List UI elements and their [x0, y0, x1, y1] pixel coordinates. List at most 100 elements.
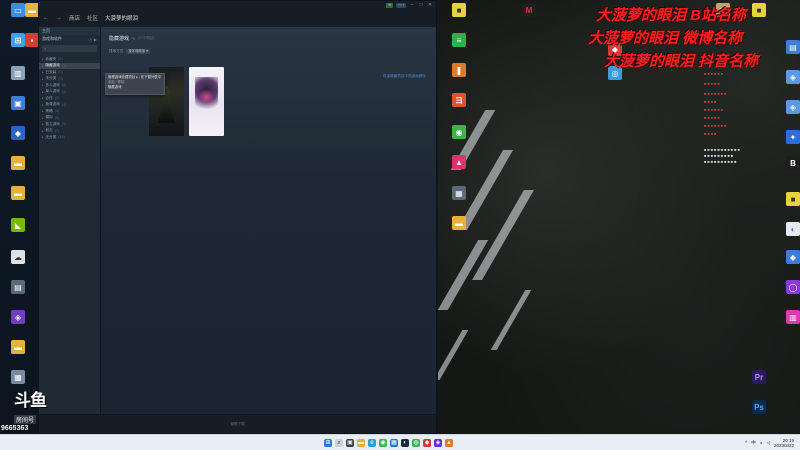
- desktop-icon[interactable]: ヨ: [444, 93, 474, 107]
- desktop-icon[interactable]: ◈: [3, 310, 33, 324]
- desktop-icon[interactable]: ▬: [444, 216, 474, 230]
- sort-label: 排序方式: [109, 48, 124, 53]
- category-label: 收藏夹: [45, 56, 57, 61]
- cloud-icon: ☁: [11, 250, 25, 264]
- desktop-icon[interactable]: ▤: [778, 40, 800, 54]
- store-icon[interactable]: ▦: [390, 438, 398, 447]
- volume-icon[interactable]: ◁: [767, 440, 770, 446]
- sidebar-filter[interactable]: 游戏和软件 ◷ ▶: [39, 35, 100, 43]
- category-label: 合作: [45, 95, 53, 100]
- desktop-icon[interactable]: ◣: [3, 218, 33, 232]
- wechat-icon[interactable]: ◍: [412, 438, 420, 447]
- app-icon: ❚: [452, 63, 466, 77]
- nav-profile[interactable]: 大菠萝的眼泪: [105, 14, 138, 22]
- filter-label: 游戏和软件: [42, 36, 62, 41]
- desktop-icon[interactable]: ◈: [778, 70, 800, 84]
- nav-community[interactable]: 社区: [87, 14, 98, 22]
- desktop-icon[interactable]: ▦: [444, 186, 474, 200]
- minimize-button[interactable]: –: [409, 2, 415, 8]
- close-button[interactable]: ✕: [427, 2, 433, 8]
- network-icon[interactable]: ◒: [760, 440, 763, 445]
- collection-title: 隐藏游戏: [109, 35, 130, 42]
- sidebar-home[interactable]: 主页: [39, 27, 100, 35]
- desktop-icon[interactable]: ▥: [3, 66, 33, 80]
- app-icon: ▥: [786, 310, 800, 324]
- desktop-icon[interactable]: ▬: [3, 340, 33, 354]
- maximize-button[interactable]: □: [418, 2, 424, 8]
- expand-triangle-icon: ▸: [42, 102, 44, 107]
- category-count: (7): [54, 128, 60, 133]
- steam-icon[interactable]: ◐: [401, 438, 409, 447]
- sort-dropdown[interactable]: 按字母顺序 ▾: [126, 48, 150, 54]
- desktop-icon[interactable]: M: [514, 3, 544, 17]
- premiere-icon: Pr: [752, 370, 766, 384]
- desktop-icon[interactable]: ◉: [444, 125, 474, 139]
- tray-chevron-icon[interactable]: ^: [745, 440, 747, 445]
- desktop-icon[interactable]: ☁: [3, 250, 33, 264]
- app-icon: M: [522, 3, 536, 17]
- category-count: (4): [61, 102, 67, 107]
- desktop-icon[interactable]: ◈: [778, 100, 800, 114]
- desktop-icon[interactable]: ◐: [778, 222, 800, 236]
- desktop-icon[interactable]: ◆: [778, 250, 800, 264]
- photoshop-icon: Ps: [752, 400, 766, 414]
- collection-remove-link[interactable]: 将该收藏项目中的游戏移除: [383, 74, 426, 79]
- friends-badge[interactable]: ▪ ▪ ▪: [396, 2, 406, 8]
- desktop-icon[interactable]: Ps: [744, 400, 774, 414]
- desktop-icon[interactable]: ✦: [778, 130, 800, 144]
- expand-triangle-icon: ▸: [42, 70, 44, 75]
- desktop-icon[interactable]: ❚: [444, 63, 474, 77]
- clock-icon[interactable]: ◷: [88, 37, 92, 42]
- search-icon[interactable]: ⌕: [335, 438, 343, 447]
- notification-badge[interactable]: ✉: [386, 2, 394, 8]
- category-row[interactable]: ▸ 无分类 (18): [39, 134, 100, 141]
- room-label: 房间号: [14, 415, 37, 424]
- desktop-icon[interactable]: ▬: [3, 186, 33, 200]
- edit-icon[interactable]: ✎: [132, 36, 135, 41]
- desktop-icon[interactable]: Pr: [744, 370, 774, 384]
- desktop-icon[interactable]: ▤: [3, 280, 33, 294]
- desktop-icon[interactable]: B: [778, 156, 800, 170]
- play-icon[interactable]: ▶: [94, 37, 97, 42]
- app-icon[interactable]: ◈: [434, 438, 442, 447]
- context-menu-item[interactable]: 隐藏游戏: [108, 85, 162, 90]
- forward-button[interactable]: →: [56, 15, 62, 21]
- category-count: (3): [54, 109, 60, 114]
- app-icon[interactable]: ▲: [445, 438, 453, 447]
- task-view-icon[interactable]: ▣: [346, 438, 354, 447]
- category-count: (1): [61, 63, 67, 68]
- back-button[interactable]: ←: [43, 15, 49, 21]
- category-count: (2): [54, 96, 60, 101]
- steam-titlebar: ✉ ▪ ▪ ▪ – □ ✕: [39, 1, 436, 9]
- desktop-icon[interactable]: ▥: [778, 310, 800, 324]
- clock[interactable]: 20:19 2023/3/22: [774, 438, 794, 448]
- desktop-icon[interactable]: ▦: [3, 370, 33, 384]
- desktop-icon[interactable]: ■: [744, 3, 774, 17]
- windows-start-icon[interactable]: ⊞: [324, 438, 332, 447]
- app-icon: ■: [786, 192, 800, 206]
- edge-icon[interactable]: e: [368, 438, 376, 447]
- expand-triangle-icon: ▸: [42, 115, 44, 120]
- desktop-icon[interactable]: ▬: [3, 156, 33, 170]
- expand-triangle-icon: ▸: [42, 122, 44, 127]
- desktop-icon[interactable]: ■: [778, 192, 800, 206]
- desktop-icon[interactable]: ◯: [778, 280, 800, 294]
- chrome-icon[interactable]: ◉: [379, 438, 387, 447]
- folder-icon: ▬: [11, 156, 25, 170]
- downloads-label[interactable]: 管理下载: [230, 422, 244, 427]
- steam-body: 主页 游戏和软件 ◷ ▶ ⌕ ▸ 收藏夹 (2) ▸ 隐藏游戏 (1) ▸ 已安装 (0) …: [39, 27, 436, 433]
- desktop-icon[interactable]: ▲: [444, 155, 474, 169]
- app-icon[interactable]: ◆: [423, 438, 431, 447]
- desktop-icon[interactable]: ▣: [3, 96, 33, 110]
- file-explorer-icon[interactable]: ▬: [357, 438, 365, 447]
- desktop-icon[interactable]: ◆: [3, 126, 33, 140]
- taskbar: ⊞ ⌕ ▣ ▬ e ◉ ▦ ◐ ◍ ◆ ◈ ▲ ^ 中 ◒ ◁ 20:19 20…: [0, 434, 800, 450]
- desktop-icon[interactable]: ≡: [444, 33, 474, 47]
- language-indicator[interactable]: 中: [751, 440, 756, 446]
- app-icon: ◆: [11, 126, 25, 140]
- desktop-icon[interactable]: ■: [444, 3, 474, 17]
- app-icon: ■: [752, 3, 766, 17]
- sidebar-search-input[interactable]: ⌕: [42, 45, 97, 52]
- nav-store[interactable]: 商店: [69, 14, 80, 22]
- game-tile[interactable]: [189, 67, 224, 136]
